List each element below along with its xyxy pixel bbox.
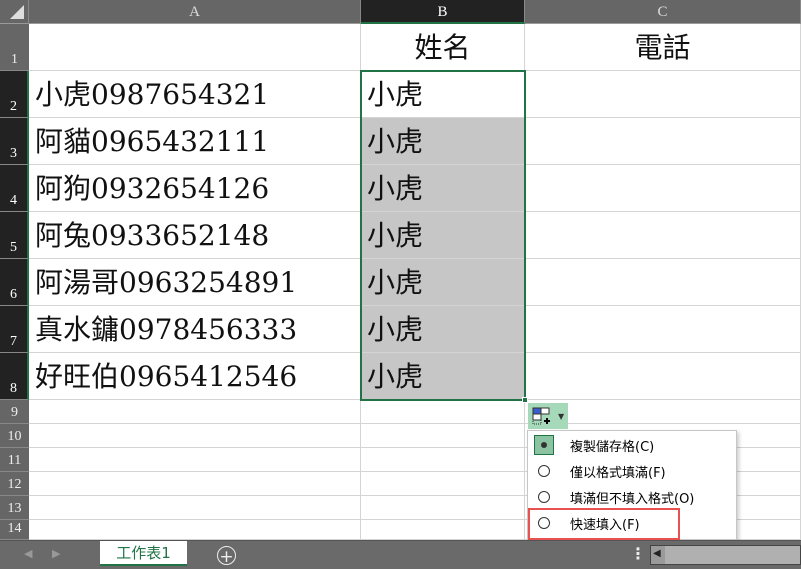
row-header[interactable]: 11 (0, 448, 29, 472)
cell-C1[interactable]: 電話 (525, 24, 801, 71)
cell-B3[interactable]: 小虎 (361, 118, 525, 165)
row-header[interactable]: 14 (0, 520, 29, 540)
row-header[interactable]: 5 (0, 212, 29, 259)
row-header[interactable]: 10 (0, 424, 29, 448)
row-header[interactable]: 12 (0, 472, 29, 496)
chevron-down-icon: ▼ (558, 411, 565, 421)
cell-A11[interactable] (29, 448, 361, 472)
cell-B13[interactable] (361, 496, 525, 520)
cell-A1[interactable] (29, 24, 361, 71)
cell-B10[interactable] (361, 424, 525, 448)
radio-icon (538, 465, 550, 477)
cell-A10[interactable] (29, 424, 361, 448)
cell-A9[interactable] (29, 400, 361, 424)
cell-B8[interactable]: 小虎 (361, 353, 525, 400)
autofill-options-button[interactable]: ▼ (528, 403, 568, 429)
cell-B14[interactable] (361, 520, 525, 540)
row-header[interactable]: 3 (0, 118, 29, 165)
column-header-b[interactable]: B (361, 0, 525, 24)
row-header[interactable]: 4 (0, 165, 29, 212)
autofill-options-menu: 複製儲存格(C) 僅以格式填滿(F) 填滿但不填入格式(O) 快速填入(F) (527, 430, 737, 540)
row-header[interactable]: 2 (0, 71, 29, 118)
cell-B9[interactable] (361, 400, 525, 424)
cell-A6[interactable]: 阿湯哥0963254891 (29, 259, 361, 306)
sheet-tab-bar: ◀ ▶ 工作表1 + ⋮ ◀ (0, 540, 801, 569)
sheet-tab-1[interactable]: 工作表1 (100, 541, 187, 566)
cell-B1[interactable]: 姓名 (361, 24, 525, 71)
scroll-tabs-right-icon[interactable]: ▶ (52, 547, 60, 560)
cell-B7[interactable]: 小虎 (361, 306, 525, 353)
horizontal-scrollbar[interactable]: ◀ (650, 545, 801, 565)
cell-B2[interactable]: 小虎 (361, 71, 525, 118)
menu-item-flash-fill[interactable]: 快速填入(F) (528, 510, 736, 536)
row-header[interactable]: 8 (0, 353, 29, 400)
cell-C7[interactable] (525, 306, 801, 353)
select-all-corner[interactable] (0, 0, 29, 24)
cell-B11[interactable] (361, 448, 525, 472)
radio-icon (538, 517, 550, 529)
menu-item-label: 快速填入(F) (570, 517, 640, 533)
cell-C6[interactable] (525, 259, 801, 306)
radio-selected-icon (534, 435, 554, 455)
row-header[interactable]: 9 (0, 400, 29, 424)
menu-item-label: 僅以格式填滿(F) (570, 465, 666, 481)
menu-item-label: 複製儲存格(C) (570, 439, 655, 455)
menu-item-fill-formatting-only[interactable]: 僅以格式填滿(F) (528, 458, 736, 484)
cell-B4[interactable]: 小虎 (361, 165, 525, 212)
menu-item-copy-cells[interactable]: 複製儲存格(C) (528, 432, 736, 458)
menu-item-fill-without-formatting[interactable]: 填滿但不填入格式(O) (528, 484, 736, 510)
cell-B6[interactable]: 小虎 (361, 259, 525, 306)
radio-icon (538, 491, 550, 503)
cell-A2[interactable]: 小虎0987654321 (29, 71, 361, 118)
cell-A3[interactable]: 阿貓0965432111 (29, 118, 361, 165)
row-header[interactable]: 6 (0, 259, 29, 306)
menu-item-label: 填滿但不填入格式(O) (570, 491, 695, 507)
more-options-icon[interactable]: ⋮ (630, 544, 646, 563)
cell-A12[interactable] (29, 472, 361, 496)
cell-A8[interactable]: 好旺伯0965412546 (29, 353, 361, 400)
row-header[interactable]: 7 (0, 306, 29, 353)
scroll-tabs-left-icon[interactable]: ◀ (24, 547, 32, 560)
autofill-icon (532, 407, 550, 425)
cell-C3[interactable] (525, 118, 801, 165)
cell-C5[interactable] (525, 212, 801, 259)
add-sheet-button[interactable]: + (217, 546, 236, 567)
cell-B12[interactable] (361, 472, 525, 496)
cell-C2[interactable] (525, 71, 801, 118)
cell-A7[interactable]: 真水鏞0978456333 (29, 306, 361, 353)
column-header-c[interactable]: C (525, 0, 801, 24)
cell-C8[interactable] (525, 353, 801, 400)
cell-C4[interactable] (525, 165, 801, 212)
cell-B5[interactable]: 小虎 (361, 212, 525, 259)
row-header[interactable]: 1 (0, 24, 29, 71)
cell-A14[interactable] (29, 520, 361, 540)
column-header-a[interactable]: A (29, 0, 361, 24)
cell-A13[interactable] (29, 496, 361, 520)
cell-A5[interactable]: 阿兔0933652148 (29, 212, 361, 259)
row-header[interactable]: 13 (0, 496, 29, 520)
scroll-left-icon[interactable]: ◀ (653, 548, 661, 559)
cell-A4[interactable]: 阿狗0932654126 (29, 165, 361, 212)
